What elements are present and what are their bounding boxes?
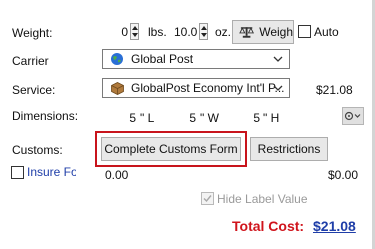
weight-label: Weight: [12,26,53,40]
insure-for-link[interactable]: Insure For [27,165,76,179]
insurance-cost: $0.00 [328,168,359,182]
auto-label: Auto [314,25,339,39]
lbs-unit: lbs. [148,25,167,39]
restrictions-button[interactable]: Restrictions [250,137,328,161]
stepper-up-icon[interactable] [132,26,138,30]
package-gear-icon [344,111,361,121]
stepper-up-icon[interactable] [201,26,207,30]
lbs-value[interactable]: 0 [114,25,128,39]
carrier-label: Carrier [12,54,49,68]
globe-icon [111,53,123,65]
oz-unit: oz. [215,25,232,39]
lbs-stepper[interactable] [130,23,139,40]
width-unit: " W [200,111,219,125]
customs-label: Customs: [12,143,63,157]
hide-label-value-label: Hide Label Value [217,192,308,206]
length-value[interactable]: 5 [128,111,136,125]
oz-stepper[interactable] [199,23,208,40]
service-price: $21.08 [316,83,353,97]
stepper-down-icon[interactable] [132,33,138,37]
total-cost-label: Total Cost: [232,218,305,234]
scale-icon [239,27,255,38]
height-unit: " H [263,111,280,125]
chevron-down-icon [273,85,283,91]
stepper-down-icon[interactable] [201,33,207,37]
service-label: Service: [12,83,56,97]
service-selected: GlobalPost Economy Int'l P... [131,81,285,95]
weigh-button[interactable]: Weigh [232,20,294,44]
width-value[interactable]: 5 [188,111,196,125]
service-dropdown[interactable]: GlobalPost Economy Int'l P... [102,78,290,98]
total-cost-value[interactable]: $21.08 [313,218,356,234]
height-value[interactable]: 5 [252,111,260,125]
package-settings-button[interactable] [342,107,364,125]
complete-customs-form-label: Complete Customs Form [104,142,238,156]
weigh-button-label: Weigh [259,25,293,39]
length-unit: " L [140,111,155,125]
carrier-selected: Global Post [131,52,194,66]
checkmark-icon [203,195,212,203]
hide-label-value-checkbox[interactable] [201,192,214,205]
chevron-down-icon [273,56,283,62]
carrier-dropdown[interactable]: Global Post [102,49,290,69]
auto-checkbox[interactable] [298,25,311,38]
package-icon [111,82,124,95]
complete-customs-form-button[interactable]: Complete Customs Form [101,137,241,161]
dimensions-label: Dimensions: [12,109,79,123]
insure-value[interactable]: 0.00 [105,168,128,182]
insure-checkbox[interactable] [11,166,24,179]
restrictions-label: Restrictions [257,142,321,156]
oz-value[interactable]: 10.0 [174,25,197,39]
